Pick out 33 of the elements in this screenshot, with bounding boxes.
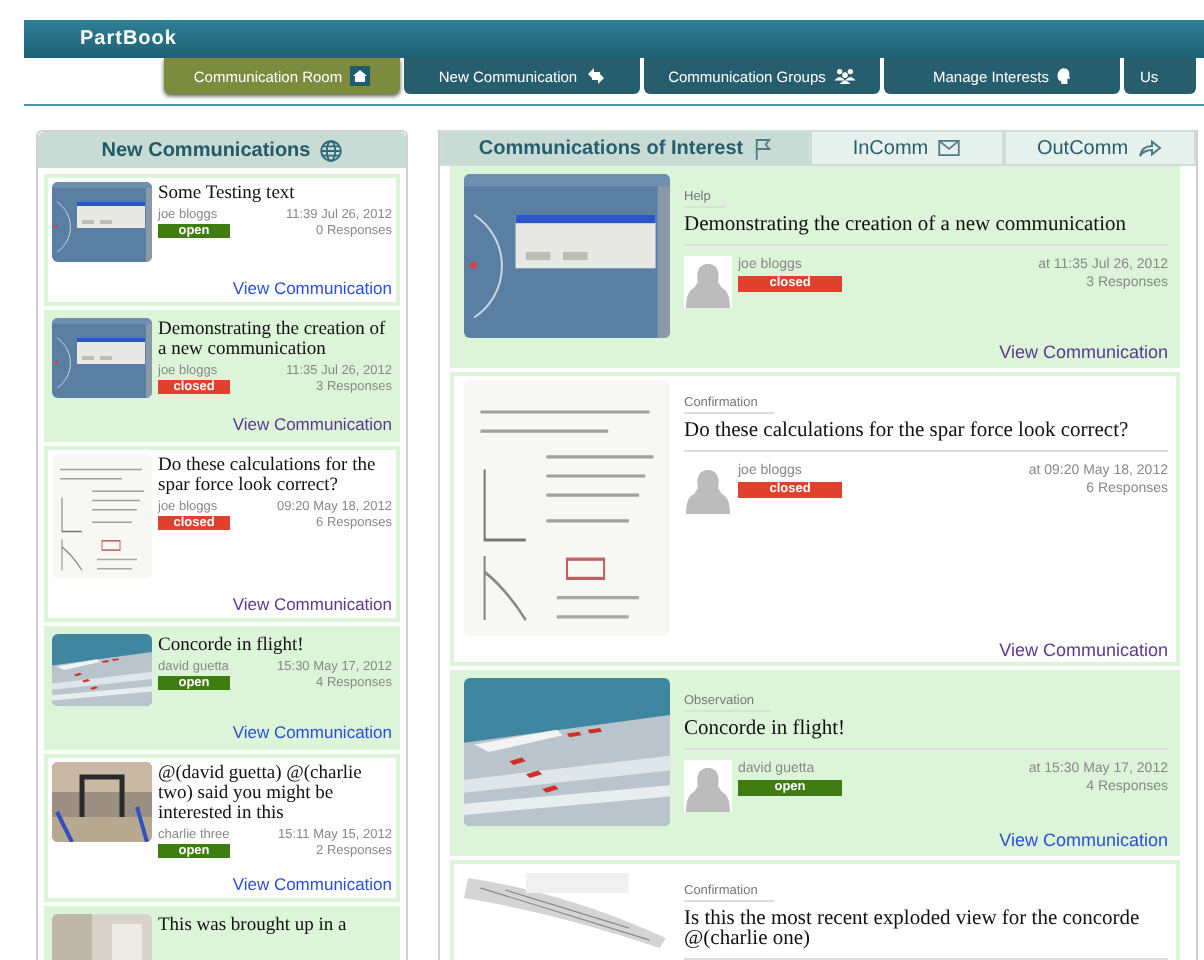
communication-title: Concorde in flight! xyxy=(684,720,1168,750)
panel-tab[interactable]: InComm xyxy=(810,130,1003,166)
panel-tab[interactable]: Communications of Interest xyxy=(440,130,810,166)
panel-title: New Communications xyxy=(101,139,311,161)
communication-title: Do these calculations for the spar force look correct? xyxy=(158,456,378,496)
communication-title: Do these calculations for the spar force look correct? xyxy=(684,422,1168,452)
arrows-icon xyxy=(585,68,606,84)
communication-title: Some Testing text xyxy=(158,184,297,204)
panel-tab[interactable]: OutComm xyxy=(1003,130,1196,166)
view-communication-link[interactable]: View Communication xyxy=(232,594,392,614)
communication-title: @(david guetta) @(charlie two) said you might be interested in this xyxy=(158,764,364,824)
communication-title: Demonstrating the creation of a new communication xyxy=(158,320,388,360)
people-icon xyxy=(833,68,856,84)
home-icon xyxy=(350,66,371,86)
view-communication-link[interactable]: View Communication xyxy=(232,278,392,298)
communication-title: Demonstrating the creation of a new communication xyxy=(684,216,1168,246)
communication-title: This was brought up in a xyxy=(158,916,349,936)
avatar-icon xyxy=(684,760,732,812)
view-communication-link[interactable]: View Communication xyxy=(232,414,392,434)
app-title: PartBook xyxy=(80,28,177,50)
head-icon xyxy=(1056,67,1071,85)
communication-title: Is this the most recent exploded view for the concorde @(charlie one) xyxy=(684,910,1168,960)
flag-icon xyxy=(753,137,772,159)
view-communication-link[interactable]: View Communication xyxy=(232,874,392,894)
mail-icon xyxy=(938,140,961,156)
avatar-icon xyxy=(684,256,732,308)
communication-title: Concorde in flight! xyxy=(158,636,306,656)
view-communication-link[interactable]: View Communication xyxy=(999,342,1168,362)
view-communication-link[interactable]: View Communication xyxy=(232,722,392,742)
share-icon xyxy=(1138,139,1163,157)
view-communication-link[interactable]: View Communication xyxy=(999,640,1168,660)
globe-icon xyxy=(320,139,343,161)
view-communication-link[interactable]: View Communication xyxy=(999,830,1168,850)
